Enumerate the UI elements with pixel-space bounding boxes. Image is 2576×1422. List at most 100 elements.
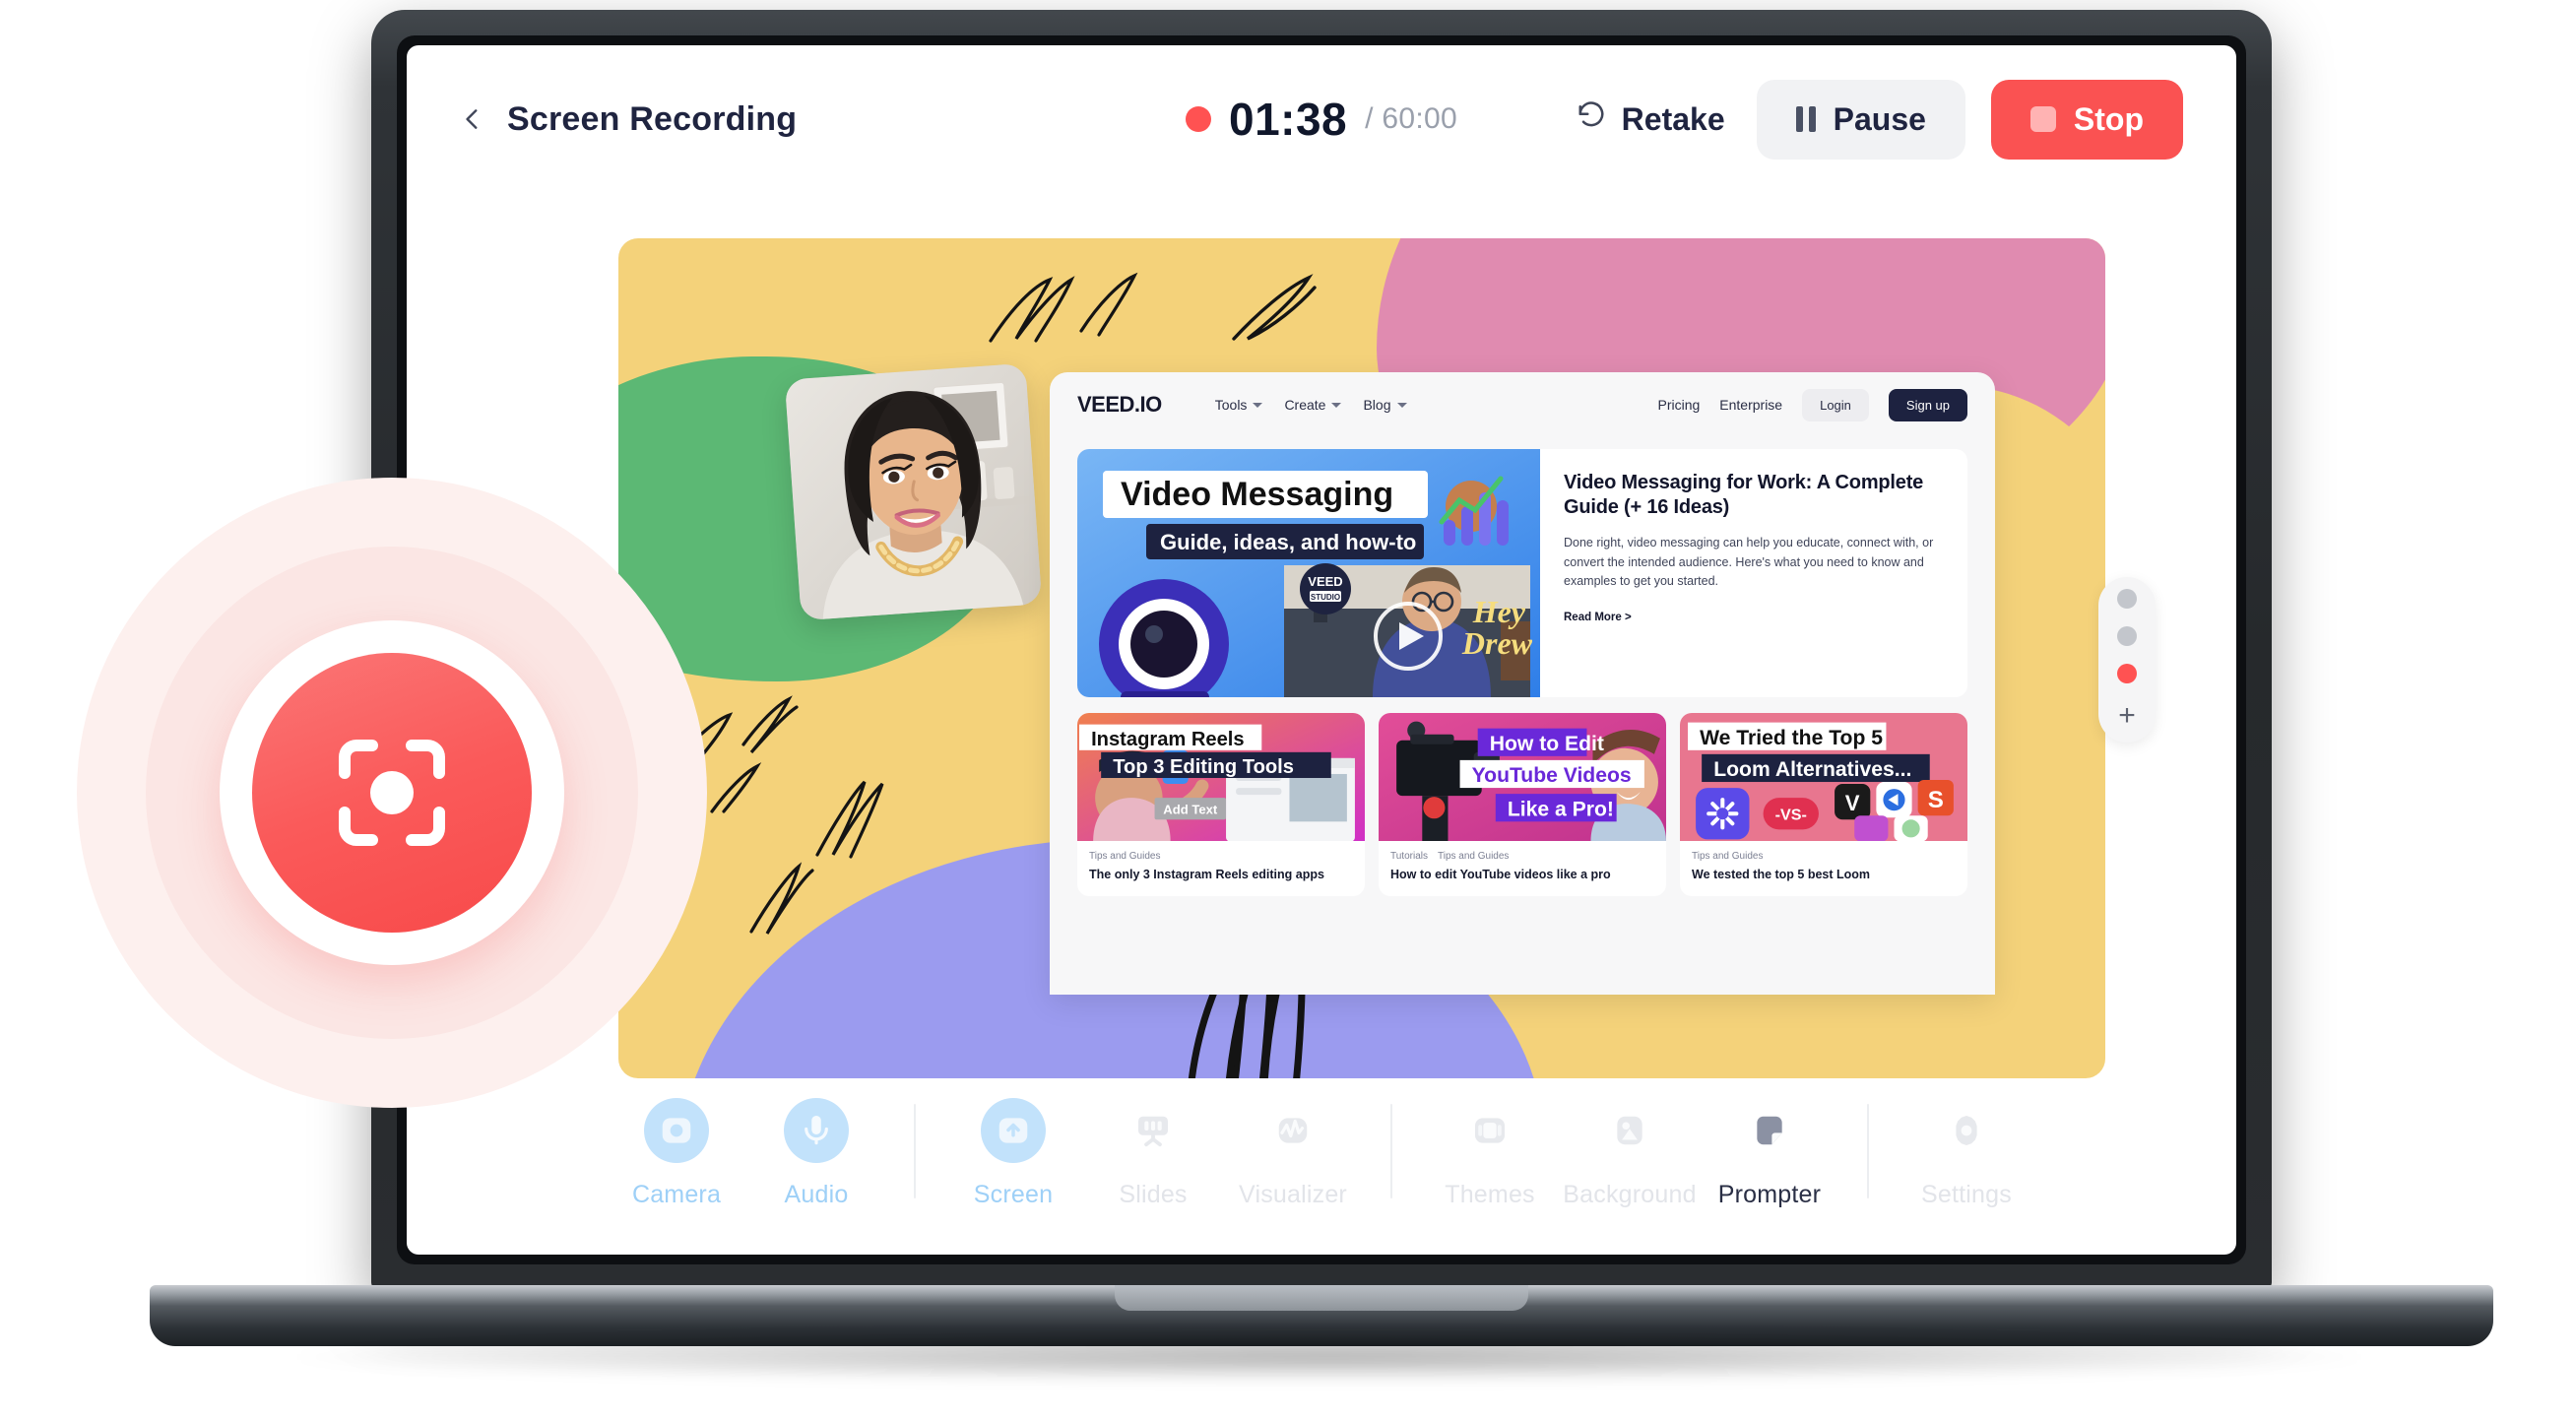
pause-label: Pause	[1833, 100, 1926, 137]
recording-canvas[interactable]: VEED.IO Tools Create Blog Pricing Enterp…	[618, 238, 2105, 1078]
article-tag: Tutorials	[1390, 851, 1428, 862]
layout-dot-2[interactable]	[2117, 626, 2137, 646]
login-button[interactable]: Login	[1802, 388, 1869, 421]
tool-label: Audio	[784, 1181, 849, 1208]
svg-text:YouTube Videos: YouTube Videos	[1472, 764, 1632, 787]
rotate-ccw-icon	[1577, 100, 1606, 138]
svg-text:Top 3 Editing Tools: Top 3 Editing Tools	[1113, 756, 1294, 778]
tool-camera[interactable]: Camera	[607, 1098, 746, 1209]
article-title: We tested the top 5 best Loom	[1692, 868, 1871, 881]
pause-icon	[1795, 106, 1816, 132]
article-tags: Tutorials Tips and Guides	[1390, 851, 1654, 862]
article-card[interactable]: Instagram Reels Top 3 Editing Tools Add …	[1077, 713, 1365, 897]
svg-text:Video Messaging: Video Messaging	[1121, 476, 1393, 513]
site-nav-right: Pricing Enterprise Login Sign up	[1657, 388, 1967, 421]
stop-label: Stop	[2073, 100, 2144, 137]
svg-text:-VS-: -VS-	[1775, 806, 1807, 823]
svg-text:Like a Pro!: Like a Pro!	[1508, 798, 1614, 820]
record-button-overlay	[77, 478, 707, 1108]
tool-label: Themes	[1445, 1181, 1535, 1208]
tool-settings[interactable]: Settings	[1897, 1098, 2036, 1209]
waveform-icon	[1260, 1098, 1325, 1163]
svg-text:V: V	[1845, 791, 1860, 815]
chevron-down-icon	[1331, 402, 1342, 408]
recording-timer: 01:38 / 60:00	[1185, 93, 1458, 146]
stop-square-icon	[2029, 106, 2056, 132]
article-tags: Tips and Guides	[1089, 851, 1353, 862]
scribble-decoration	[1232, 274, 1317, 341]
toolbar-divider	[1867, 1104, 1869, 1198]
featured-article-title: Video Messaging for Work: A Complete Gui…	[1564, 472, 1924, 519]
site-nav-links: Tools Create Blog	[1215, 397, 1407, 413]
article-thumbnail: We Tried the Top 5 Loom Alternatives...	[1680, 713, 1967, 841]
article-card-body: Tutorials Tips and Guides How to edit Yo…	[1379, 841, 1666, 896]
chevron-down-icon	[1396, 402, 1407, 408]
nav-item-tools[interactable]: Tools	[1215, 397, 1263, 413]
article-title: The only 3 Instagram Reels editing apps	[1089, 868, 1324, 881]
tool-label: Camera	[631, 1181, 722, 1208]
article-card-body: Tips and Guides We tested the top 5 best…	[1680, 841, 1967, 896]
shared-screen-browser[interactable]: VEED.IO Tools Create Blog Pricing Enterp…	[1050, 372, 1995, 995]
svg-text:How to Edit: How to Edit	[1490, 733, 1604, 755]
nav-item-enterprise[interactable]: Enterprise	[1719, 397, 1782, 413]
pause-button[interactable]: Pause	[1756, 79, 1965, 160]
layout-selector-panel: +	[2098, 577, 2156, 743]
article-thumbnail: How to Edit YouTube Videos Like a Pro!	[1379, 713, 1666, 841]
tool-background[interactable]: Background	[1560, 1098, 1700, 1209]
chevron-down-icon	[1253, 402, 1263, 408]
prompter-icon	[1737, 1098, 1802, 1163]
article-card[interactable]: How to Edit YouTube Videos Like a Pro! T…	[1379, 713, 1666, 897]
toolbar-divider	[914, 1104, 916, 1198]
back-navigation[interactable]: Screen Recording	[460, 100, 797, 139]
webcam-portrait	[784, 362, 1043, 621]
bottom-toolbar: Camera Audio Screen Slides Visualizer Th…	[407, 1098, 2236, 1209]
tool-label: Slides	[1119, 1181, 1188, 1208]
svg-text:Guide, ideas, and how-to: Guide, ideas, and how-to	[1160, 530, 1416, 554]
read-more-link[interactable]: Read More >	[1564, 612, 1944, 623]
add-layout-button[interactable]: +	[2118, 701, 2136, 731]
featured-article[interactable]: VEED STUDIO Hey Drew Video Messaging Gui…	[1077, 449, 1967, 697]
retake-button[interactable]: Retake	[1571, 91, 1731, 148]
screen-share-icon	[981, 1098, 1046, 1163]
featured-thumbnail: VEED STUDIO Hey Drew Video Messaging Gui…	[1077, 449, 1540, 697]
laptop-drop-shadow	[295, 1331, 2363, 1383]
nav-item-pricing[interactable]: Pricing	[1657, 397, 1700, 413]
signup-button[interactable]: Sign up	[1888, 388, 1967, 421]
article-card[interactable]: We Tried the Top 5 Loom Alternatives...	[1680, 713, 1967, 897]
site-navbar: VEED.IO Tools Create Blog Pricing Enterp…	[1050, 372, 1995, 437]
image-icon	[1597, 1098, 1662, 1163]
article-title: How to edit YouTube videos like a pro	[1390, 868, 1611, 881]
app-top-bar: Screen Recording 01:38 / 60:00 Retake Pa…	[407, 45, 2236, 193]
timer-total: / 60:00	[1365, 102, 1458, 135]
svg-text:Drew: Drew	[1461, 625, 1533, 661]
svg-text:S: S	[1928, 787, 1944, 813]
tool-label: Prompter	[1717, 1181, 1822, 1208]
themes-icon	[1457, 1098, 1522, 1163]
chevron-left-icon[interactable]	[460, 106, 485, 132]
tool-screen[interactable]: Screen	[943, 1098, 1083, 1209]
svg-text:Add Text: Add Text	[1163, 802, 1218, 816]
tool-label: Screen	[973, 1181, 1054, 1208]
article-thumbnail: Instagram Reels Top 3 Editing Tools Add …	[1077, 713, 1365, 841]
layout-dot-1[interactable]	[2117, 589, 2137, 609]
scribble-decoration	[989, 272, 1138, 343]
recording-indicator-dot	[1185, 106, 1211, 132]
tool-label: Background	[1563, 1181, 1697, 1208]
nav-item-blog[interactable]: Blog	[1363, 397, 1407, 413]
tool-prompter[interactable]: Prompter	[1700, 1098, 1839, 1209]
toolbar-divider	[1390, 1104, 1392, 1198]
veed-logo[interactable]: VEED.IO	[1077, 392, 1162, 418]
timer-current: 01:38	[1228, 94, 1348, 145]
tool-audio[interactable]: Audio	[746, 1098, 886, 1209]
webcam-overlay[interactable]	[784, 362, 1043, 621]
stop-button[interactable]: Stop	[1990, 79, 2183, 160]
tool-themes[interactable]: Themes	[1420, 1098, 1560, 1209]
svg-text:Loom Alternatives...: Loom Alternatives...	[1713, 758, 1911, 781]
nav-item-create[interactable]: Create	[1284, 397, 1342, 413]
start-recording-button[interactable]	[252, 653, 532, 933]
article-tag: Tips and Guides	[1692, 851, 1764, 862]
tool-label: Visualizer	[1239, 1181, 1347, 1208]
tool-visualizer[interactable]: Visualizer	[1223, 1098, 1363, 1209]
tool-slides[interactable]: Slides	[1083, 1098, 1223, 1209]
layout-dot-3[interactable]	[2117, 664, 2137, 683]
